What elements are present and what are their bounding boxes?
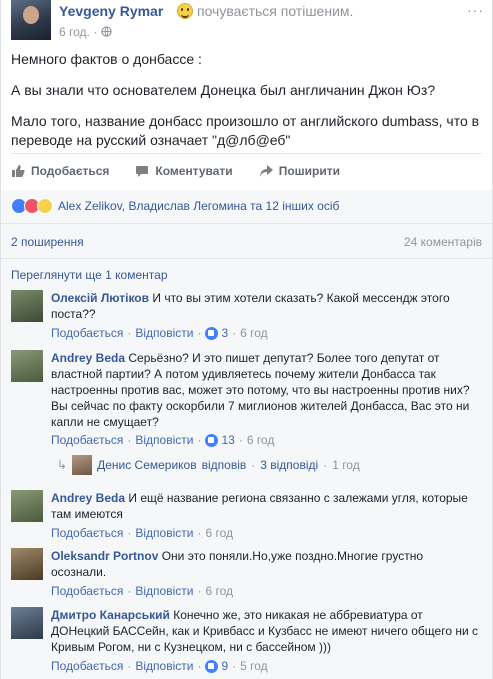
comment-time[interactable]: 6 год xyxy=(247,433,275,447)
comment-meta: Подобається · Відповісти · 13 · 6 год xyxy=(51,433,275,447)
comment-bubble-icon xyxy=(136,166,149,177)
replier-avatar[interactable] xyxy=(72,455,93,475)
author-name[interactable]: Yevgeny Rymar xyxy=(59,3,163,19)
comment-body: Andrey Beda Серьёзно? И это пишет депута… xyxy=(51,350,481,430)
comment-time[interactable]: 6 год xyxy=(205,526,233,540)
comment-like-link[interactable]: Подобається xyxy=(51,659,123,673)
comment-time[interactable]: 6 год xyxy=(240,326,268,340)
thumbs-up-icon xyxy=(12,165,25,177)
comment-reply-link[interactable]: Відповісти xyxy=(135,526,193,540)
comment-likes[interactable]: 3 xyxy=(205,326,228,340)
comment-button[interactable]: Коментувати xyxy=(135,160,233,182)
commenter-name[interactable]: Andrey Beda xyxy=(51,491,125,505)
post-paragraph: Немного фактов о донбассе : xyxy=(11,51,202,67)
smile-emoji-icon xyxy=(177,3,193,19)
feeling-status: почувається потішеним. xyxy=(177,3,353,19)
haha-reaction-icon xyxy=(37,198,53,214)
comment-meta: Подобається · Відповісти · 9 · 5 год xyxy=(51,659,268,673)
comment-body: Andrey Beda И ещё название региона связа… xyxy=(51,490,481,522)
like-count-icon xyxy=(205,326,219,340)
post-time-text[interactable]: 6 год. xyxy=(59,25,90,39)
comment-body: Дмитро Канарський Конечно же, это никака… xyxy=(51,607,481,655)
share-arrow-icon xyxy=(259,165,273,177)
commenter-avatar[interactable] xyxy=(11,548,43,580)
comment-body: Олексій Лютіков И что вы этим хотели ска… xyxy=(51,290,481,322)
commenter-name[interactable]: Andrey Beda xyxy=(51,351,125,365)
commenter-name[interactable]: Дмитро Канарський xyxy=(51,608,170,622)
comment-reply-link[interactable]: Відповісти xyxy=(135,584,193,598)
share-button[interactable]: Поширити xyxy=(259,160,340,182)
reactions-names[interactable]: Alex Zelikov, Владислав Легомина та 12 і… xyxy=(58,199,339,213)
reply-count-link[interactable]: 3 відповіді xyxy=(260,458,318,472)
like-button[interactable]: Подобається xyxy=(11,160,109,182)
comment-like-link[interactable]: Подобається xyxy=(51,584,123,598)
comment-reply-link[interactable]: Відповісти xyxy=(135,433,193,447)
like-count-icon xyxy=(205,433,219,447)
commenter-avatar[interactable] xyxy=(11,607,43,639)
comment-meta: Подобається · Відповісти · 6 год xyxy=(51,584,233,598)
comment-meta: Подобається · Відповісти · 3 · 6 год xyxy=(51,326,268,340)
reply-thread-row[interactable]: ↳ Денис Семериков відповів · 3 відповіді… xyxy=(57,455,360,475)
view-more-comments-link[interactable]: Переглянути ще 1 коментар xyxy=(11,268,168,282)
comment-likes[interactable]: 9 xyxy=(205,659,228,673)
post-body: Немного фактов о донбассе : А вы знали ч… xyxy=(11,50,481,162)
reply-time: 1 год xyxy=(332,458,360,472)
comment-body: Oleksandr Portnov Они это поняли.Но,уже … xyxy=(51,548,481,580)
comment-reply-link[interactable]: Відповісти xyxy=(135,659,193,673)
comment-reply-link[interactable]: Відповісти xyxy=(135,326,193,340)
reply-arrow-icon: ↳ xyxy=(57,458,68,472)
comment-time[interactable]: 5 год xyxy=(240,659,268,673)
reactions-row[interactable]: Alex Zelikov, Владислав Легомина та 12 і… xyxy=(11,198,339,214)
author-avatar[interactable] xyxy=(11,0,51,40)
post-time: 6 год. · xyxy=(59,25,112,39)
divider xyxy=(1,258,492,259)
commenter-avatar[interactable] xyxy=(11,350,43,382)
commenter-name[interactable]: Oleksandr Portnov xyxy=(51,549,158,563)
replier-name[interactable]: Денис Семериков xyxy=(97,458,197,472)
comments-count[interactable]: 24 коментарів xyxy=(404,235,482,249)
divider xyxy=(11,153,482,154)
facebook-post: Yevgeny Rymar почувається потішеним. 6 г… xyxy=(0,0,493,679)
comment-likes[interactable]: 13 xyxy=(205,433,235,447)
divider xyxy=(1,223,492,224)
comment-meta: Подобається · Відповісти · 6 год xyxy=(51,526,233,540)
feeling-text: почувається потішеним. xyxy=(197,3,354,19)
reply-action-text: відповів xyxy=(201,458,247,472)
comment-time[interactable]: 6 год xyxy=(205,584,233,598)
commenter-name[interactable]: Олексій Лютіков xyxy=(51,291,149,305)
post-paragraph: А вы знали что основателем Донецка был а… xyxy=(11,82,436,98)
post-options-icon[interactable]: ··· xyxy=(467,2,484,18)
comment-like-link[interactable]: Подобається xyxy=(51,433,123,447)
like-count-icon xyxy=(205,659,219,673)
globe-icon xyxy=(100,26,112,37)
shares-count[interactable]: 2 поширення xyxy=(11,235,84,249)
post-paragraph: Мало того, название донбасс произошло от… xyxy=(11,113,480,148)
post-actions: Подобається Коментувати Поширити xyxy=(11,160,481,182)
commenter-avatar[interactable] xyxy=(11,290,43,322)
post-header: Yevgeny Rymar почувається потішеним. 6 г… xyxy=(11,0,484,44)
comment-like-link[interactable]: Подобається xyxy=(51,326,123,340)
comment-like-link[interactable]: Подобається xyxy=(51,526,123,540)
commenter-avatar[interactable] xyxy=(11,490,43,522)
